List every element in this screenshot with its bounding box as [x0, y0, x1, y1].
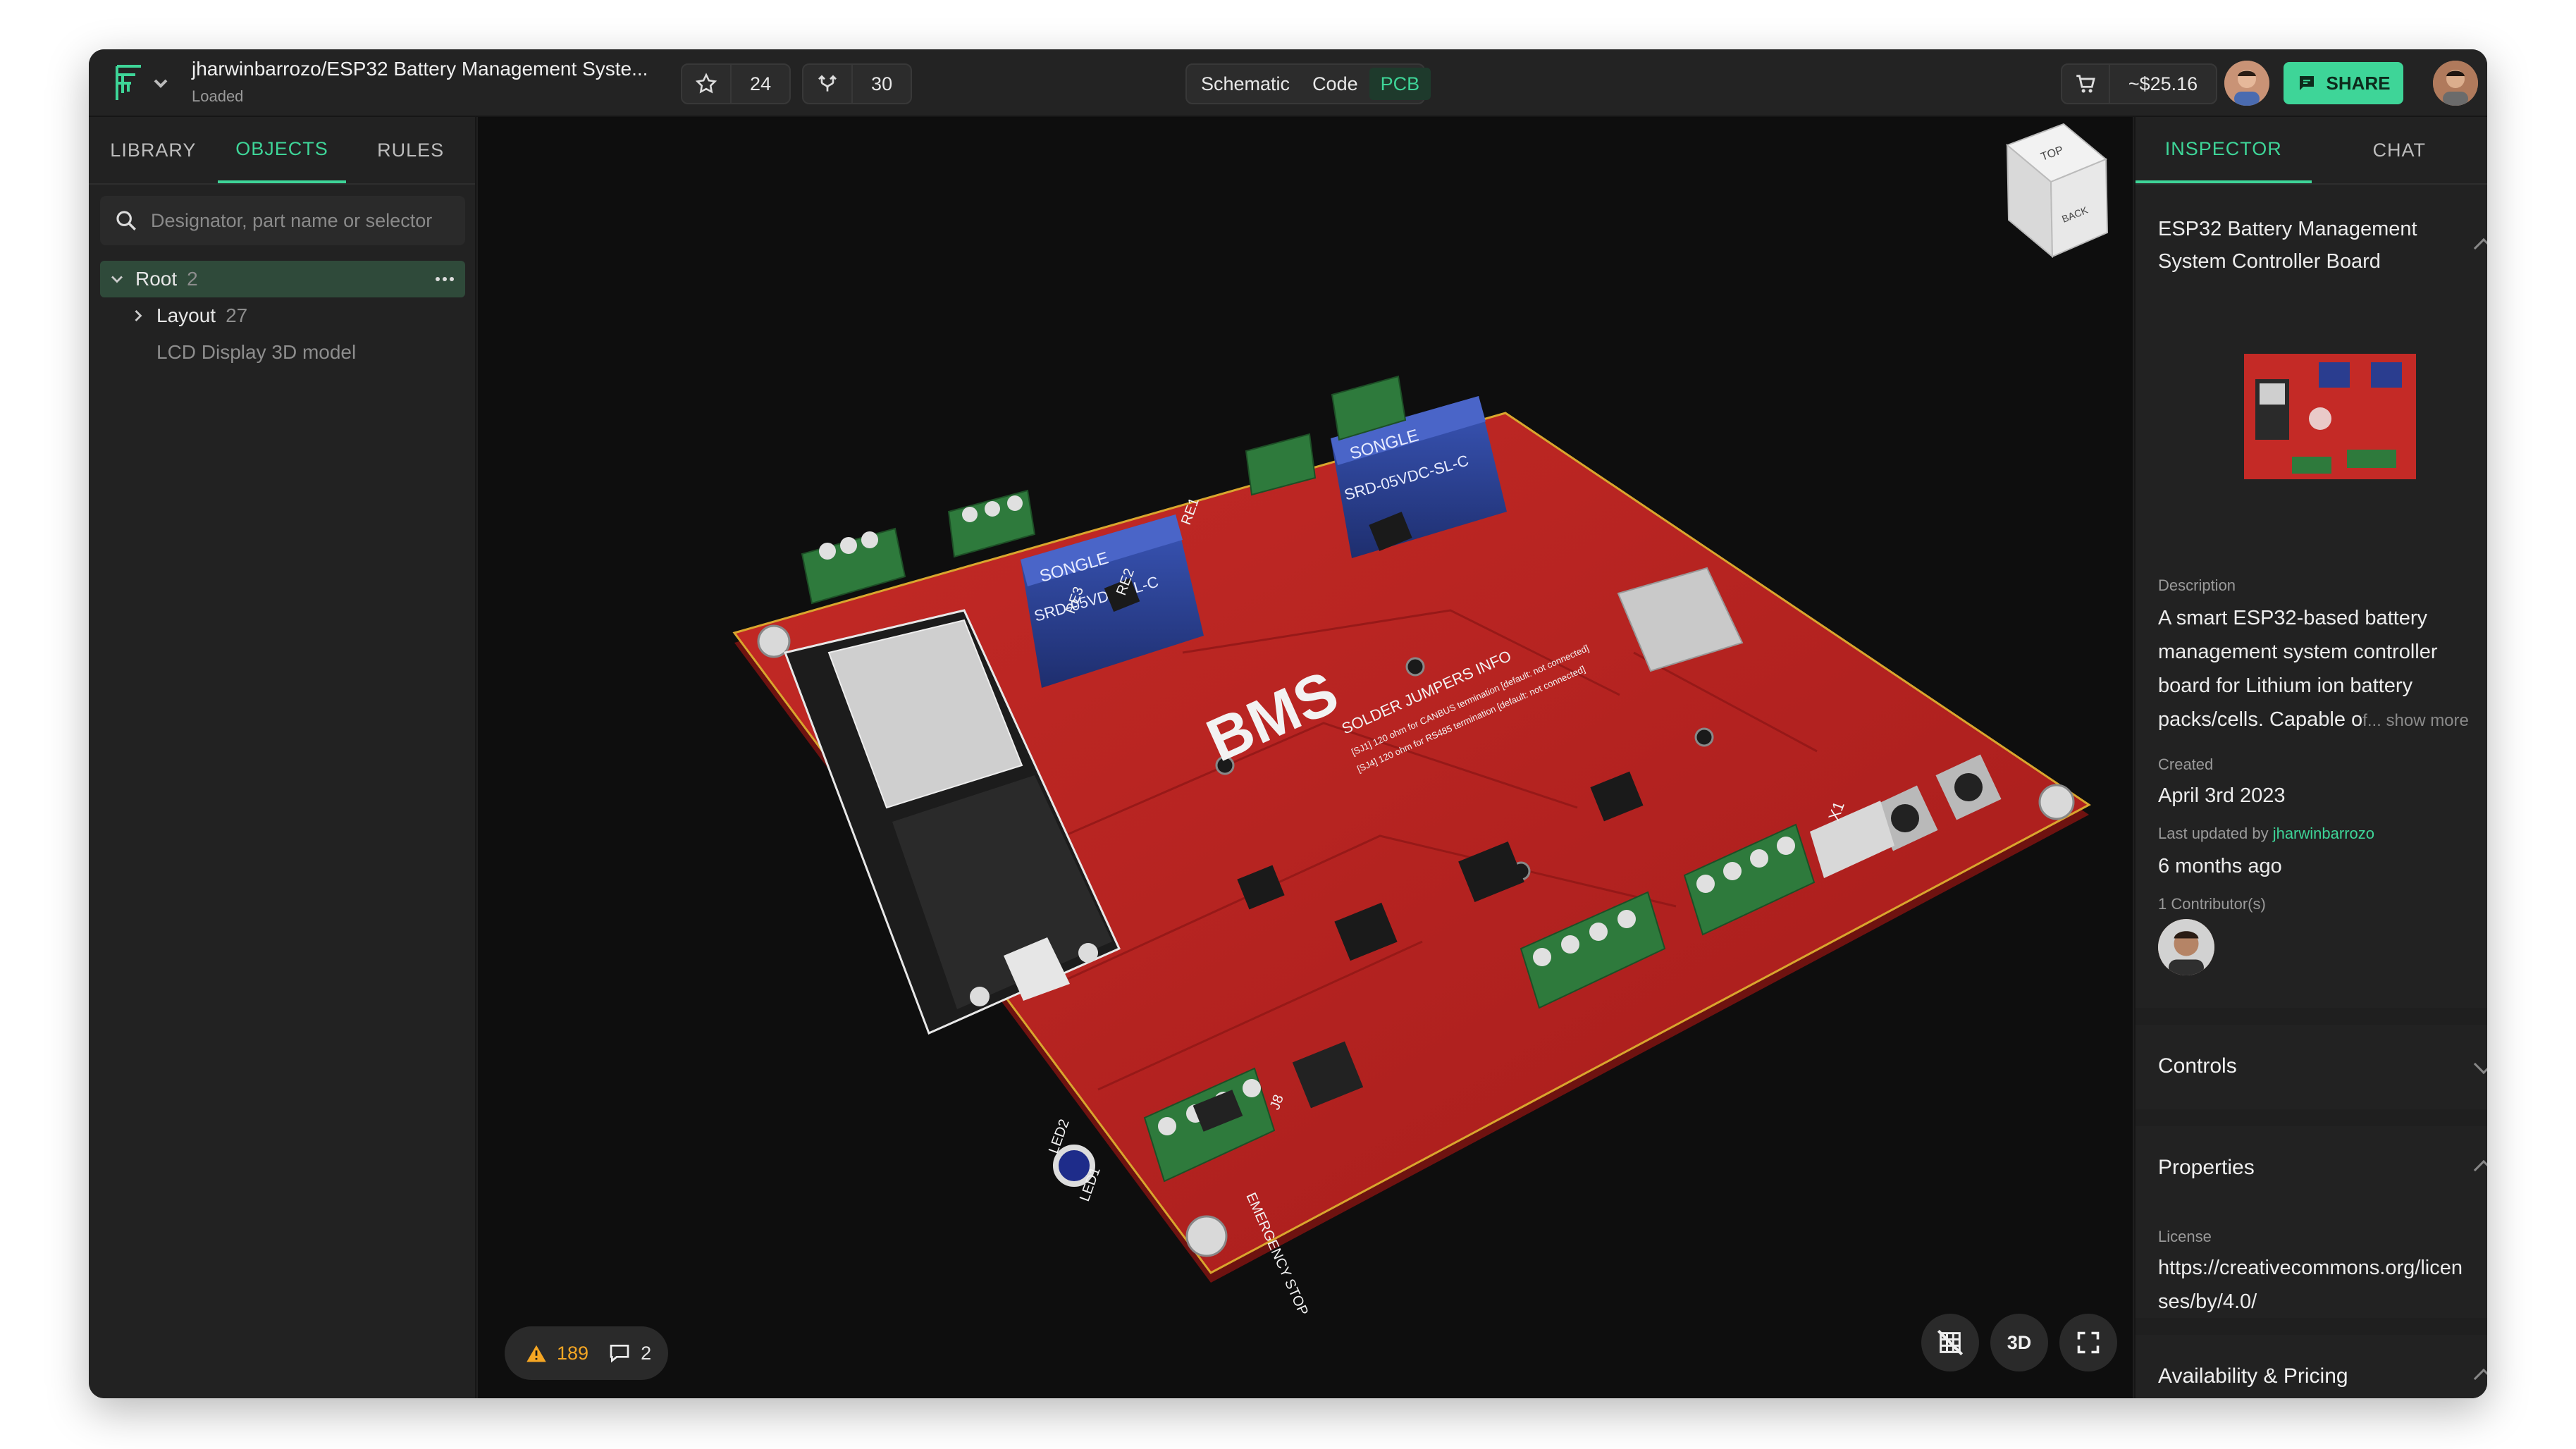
object-search	[100, 196, 465, 245]
search-input[interactable]	[151, 209, 447, 232]
license-line1[interactable]: https://creativecommons.org/licen	[2158, 1252, 2463, 1285]
flux-logo-menu[interactable]	[110, 62, 173, 104]
controls-section[interactable]: Controls	[2136, 1025, 2487, 1109]
chevron-up-icon[interactable]	[2473, 1159, 2487, 1180]
tree-layout-count: 27	[226, 304, 248, 326]
created-label: Created	[2158, 756, 2214, 773]
updated-value: 6 months ago	[2158, 855, 2282, 877]
board-title-line2: System Controller Board	[2158, 250, 2381, 273]
section-divider	[2136, 1008, 2487, 1025]
section-divider	[2136, 1109, 2487, 1126]
last-updated: Last updated by jharwinbarrozo	[2158, 825, 2374, 843]
price-pill[interactable]: ~$25.16	[2061, 63, 2217, 104]
section-divider	[2136, 1318, 2487, 1335]
controls-heading: Controls	[2158, 1054, 2237, 1078]
view-cube[interactable]: TOP BACK	[1965, 117, 2131, 279]
grid-toggle-button[interactable]	[1921, 1314, 1979, 1371]
chat-bubble-icon	[2300, 76, 2315, 90]
tab-inspector[interactable]: INSPECTOR	[2136, 117, 2312, 183]
description-line1: A smart ESP32-based battery	[2158, 607, 2428, 629]
properties-section: Properties License https://creativecommo…	[2136, 1126, 2487, 1318]
comment-count: 2	[641, 1342, 652, 1364]
description-line3: board for Lithium ion battery	[2158, 674, 2413, 697]
show-more-link[interactable]: f... show more	[2362, 711, 2469, 730]
grid-off-icon	[1937, 1329, 1964, 1356]
search-icon	[116, 211, 136, 230]
user-avatar[interactable]	[2433, 61, 2478, 106]
pcb-3d-render[interactable]: SONGLE SRD-05VDC-SL-C SONGLE SRD-05VDC-S…	[478, 117, 2133, 1398]
fork-icon[interactable]	[803, 65, 851, 103]
star-icon[interactable]	[682, 65, 730, 103]
mode-3d-button[interactable]: 3D	[1990, 1314, 2048, 1371]
cart-icon[interactable]	[2062, 65, 2109, 103]
tab-library[interactable]: LIBRARY	[89, 117, 218, 183]
chevron-down-icon	[154, 79, 168, 88]
tab-code[interactable]: Code	[1301, 68, 1369, 100]
tree-row-layout[interactable]: Layout 27	[100, 297, 465, 334]
view-switcher: Schematic Code PCB	[1185, 63, 1431, 104]
avatar[interactable]	[2224, 61, 2269, 106]
chevron-up-icon[interactable]	[2473, 1368, 2487, 1389]
chevron-down-icon[interactable]	[107, 269, 127, 289]
fork-count: 30	[871, 73, 893, 94]
tree-layout-label: Layout	[156, 304, 216, 326]
fullscreen-button[interactable]	[2059, 1314, 2117, 1371]
availability-section[interactable]: Availability & Pricing	[2136, 1335, 2487, 1398]
left-panel: LIBRARY OBJECTS RULES Root 2 Layout 27 L…	[89, 117, 476, 1398]
contributor-avatar[interactable]	[2158, 919, 2214, 975]
chevron-down-icon[interactable]	[2473, 1054, 2487, 1075]
share-button[interactable]: SHARE	[2284, 62, 2403, 104]
left-tabs: LIBRARY OBJECTS RULES	[89, 117, 475, 185]
price-value: ~$25.16	[2128, 73, 2198, 94]
app-window: jharwinbarrozo/ESP32 Battery Management …	[89, 49, 2487, 1398]
board-thumbnail[interactable]	[2241, 351, 2419, 482]
top-bar: jharwinbarrozo/ESP32 Battery Management …	[89, 49, 2487, 117]
fullscreen-icon	[2077, 1331, 2100, 1354]
warning-count: 189	[557, 1342, 589, 1364]
tab-schematic[interactable]: Schematic	[1190, 68, 1301, 100]
license-line2[interactable]: ses/by/4.0/	[2158, 1285, 2257, 1319]
description-line4: packs/cells. Capable of... show more	[2158, 703, 2469, 737]
chevron-up-icon[interactable]	[2473, 238, 2487, 259]
tab-rules[interactable]: RULES	[346, 117, 475, 183]
properties-heading[interactable]: Properties	[2158, 1156, 2255, 1180]
issues-pill[interactable]: 189 2	[505, 1326, 668, 1380]
contributors-count: 1 Contributor(s)	[2158, 895, 2266, 913]
tree-row-root[interactable]: Root 2	[100, 261, 465, 297]
tree-root-count: 2	[187, 268, 198, 290]
description-label: Description	[2158, 576, 2236, 594]
tab-objects[interactable]: OBJECTS	[217, 117, 347, 183]
description-line4-text: packs/cells. Capable o	[2158, 708, 2363, 731]
license-label: License	[2158, 1228, 2212, 1245]
flux-logo-icon	[116, 65, 168, 100]
comment-icon	[610, 1345, 629, 1363]
star-count: 24	[750, 73, 772, 94]
load-status: Loaded	[192, 87, 244, 105]
tree-row-lcd[interactable]: LCD Display 3D model	[100, 334, 465, 371]
more-options-icon[interactable]	[434, 276, 455, 283]
fork-pill[interactable]: 30	[802, 63, 912, 104]
chevron-right-icon[interactable]	[128, 306, 148, 326]
created-value: April 3rd 2023	[2158, 784, 2286, 807]
description-line2: management system controller	[2158, 641, 2438, 663]
availability-heading: Availability & Pricing	[2158, 1364, 2348, 1388]
last-updated-label: Last updated by	[2158, 825, 2269, 842]
board-title-line1: ESP32 Battery Management	[2158, 218, 2417, 240]
updated-by-link[interactable]: jharwinbarrozo	[2273, 825, 2374, 842]
share-label: SHARE	[2326, 72, 2391, 94]
right-tabs: INSPECTOR CHAT	[2136, 117, 2487, 185]
star-pill[interactable]: 24	[681, 63, 791, 104]
tree-root-label: Root	[135, 268, 178, 290]
pcb-3d-viewport[interactable]: SONGLE SRD-05VDC-SL-C SONGLE SRD-05VDC-S…	[478, 117, 2133, 1398]
tab-chat[interactable]: CHAT	[2312, 117, 2488, 183]
tab-pcb[interactable]: PCB	[1369, 68, 1431, 100]
warning-icon	[526, 1345, 546, 1362]
inspector-panel: INSPECTOR CHAT ESP32 Battery Management …	[2134, 117, 2487, 1398]
tree-lcd-label: LCD Display 3D model	[156, 341, 357, 363]
project-title[interactable]: jharwinbarrozo/ESP32 Battery Management …	[192, 58, 648, 80]
